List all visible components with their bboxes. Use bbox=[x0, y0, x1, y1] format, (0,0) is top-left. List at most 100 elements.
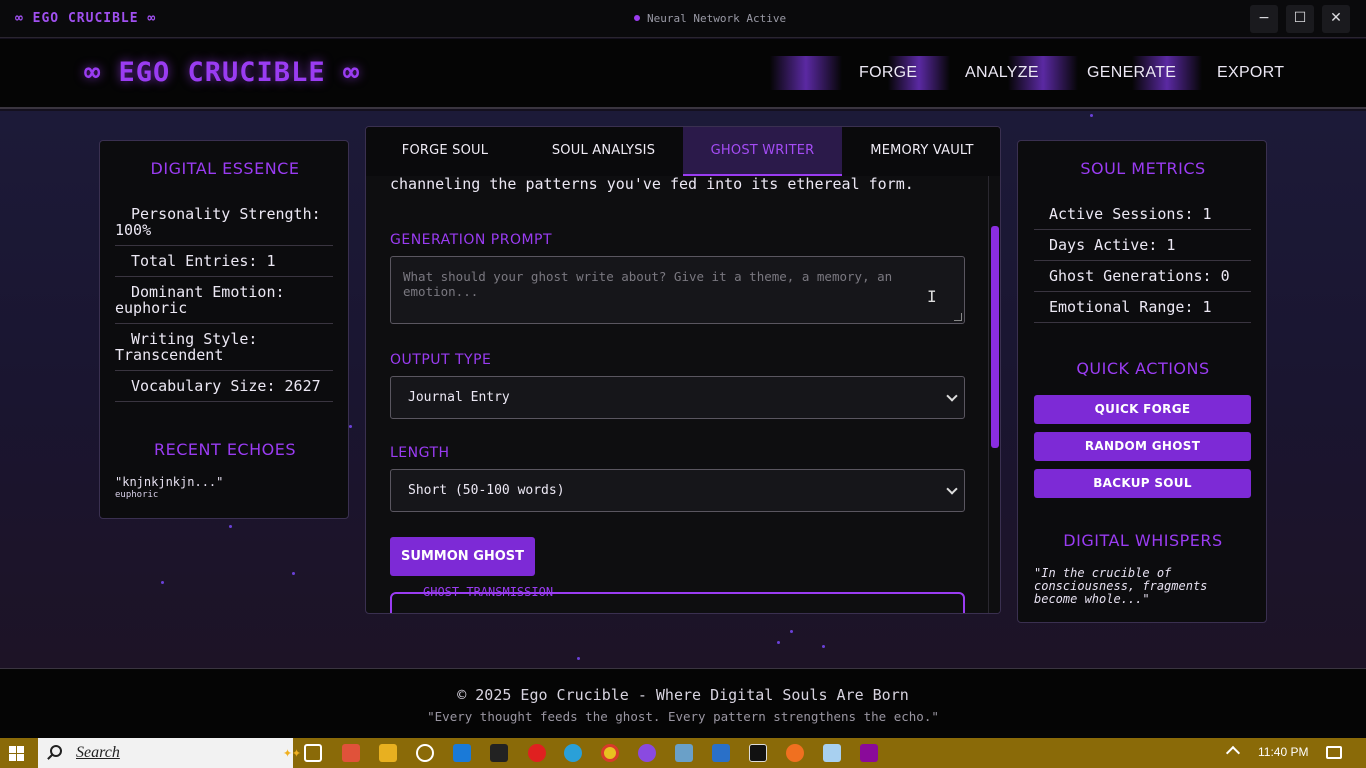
stat-writing-style: Writing Style: Transcendent bbox=[115, 324, 333, 371]
backup-soul-button[interactable]: BACKUP SOUL bbox=[1034, 469, 1251, 498]
status-dot-icon bbox=[634, 15, 640, 21]
taskbar-search-text: Search bbox=[76, 744, 120, 761]
app-magenta-icon[interactable] bbox=[860, 744, 878, 762]
soul-metrics-stats: Active Sessions: 1 Days Active: 1 Ghost … bbox=[1034, 199, 1251, 323]
ghost-writer-content: channeling the patterns you've fed into … bbox=[366, 176, 986, 613]
ghost-writer-intro: channeling the patterns you've fed into … bbox=[390, 176, 914, 193]
echo-entry-text[interactable]: "knjnkjnkjn..." bbox=[115, 475, 223, 489]
app-red-icon[interactable] bbox=[342, 744, 360, 762]
summon-ghost-button[interactable]: SUMMON GHOST bbox=[390, 537, 535, 576]
notepad-icon[interactable] bbox=[823, 744, 841, 762]
app-purple-icon[interactable] bbox=[638, 744, 656, 762]
ghost-transmission-box: GHOST TRANSMISSION bbox=[390, 585, 965, 613]
chatgpt-icon[interactable] bbox=[416, 744, 434, 762]
quick-forge-button[interactable]: QUICK FORGE bbox=[1034, 395, 1251, 424]
windows-start-icon[interactable] bbox=[9, 746, 25, 762]
length-select[interactable]: Short (50-100 words) bbox=[390, 469, 965, 512]
metric-active-sessions: Active Sessions: 1 bbox=[1034, 199, 1251, 230]
maximize-button[interactable]: ☐ bbox=[1286, 5, 1314, 33]
star-decoration bbox=[790, 630, 793, 633]
star-decoration bbox=[1090, 114, 1093, 117]
search-icon bbox=[50, 745, 62, 757]
task-view-icon[interactable] bbox=[304, 744, 322, 762]
nav-generate[interactable]: GENERATE bbox=[1087, 64, 1176, 82]
star-decoration bbox=[822, 645, 825, 648]
app-generic-icon[interactable] bbox=[675, 744, 693, 762]
footer-copyright: © 2025 Ego Crucible - Where Digital Soul… bbox=[457, 686, 909, 704]
digital-essence-title: DIGITAL ESSENCE bbox=[150, 159, 300, 178]
digital-whisper-quote: "In the crucible of consciousness, fragm… bbox=[1034, 566, 1208, 606]
taskbar-search-box[interactable]: Search ✦✦ bbox=[38, 738, 301, 768]
taskbar-clock[interactable]: 11:40 PM bbox=[1258, 745, 1308, 759]
chevron-down-icon bbox=[946, 483, 958, 495]
soul-metrics-panel: SOUL METRICS Active Sessions: 1 Days Act… bbox=[1017, 140, 1267, 623]
network-status-text: Neural Network Active bbox=[647, 12, 787, 25]
stat-vocabulary-size: Vocabulary Size: 2627 bbox=[115, 371, 333, 402]
footer-tagline: "Every thought feeds the ghost. Every pa… bbox=[427, 709, 939, 724]
chevron-down-icon bbox=[946, 390, 958, 402]
main-nav: FORGE ANALYZE GENERATE EXPORT bbox=[770, 56, 1290, 90]
quick-actions-title: QUICK ACTIONS bbox=[1076, 359, 1210, 378]
star-decoration bbox=[577, 657, 580, 660]
app-dark-icon[interactable] bbox=[749, 744, 767, 762]
metric-emotional-range: Emotional Range: 1 bbox=[1034, 292, 1251, 323]
nav-analyze[interactable]: ANALYZE bbox=[965, 64, 1039, 82]
content-scrollbar[interactable] bbox=[988, 176, 1000, 613]
tab-soul-analysis[interactable]: SOUL ANALYSIS bbox=[524, 127, 683, 176]
star-decoration bbox=[349, 425, 352, 428]
star-decoration bbox=[292, 572, 295, 575]
star-decoration bbox=[229, 525, 232, 528]
chrome-icon[interactable] bbox=[601, 744, 619, 762]
app-footer: © 2025 Ego Crucible - Where Digital Soul… bbox=[0, 668, 1366, 738]
metric-days-active: Days Active: 1 bbox=[1034, 230, 1251, 261]
file-explorer-icon[interactable] bbox=[379, 744, 397, 762]
windows-taskbar: Search ✦✦ 11:40 PM bbox=[0, 738, 1366, 768]
tab-bar: FORGE SOUL SOUL ANALYSIS GHOST WRITER ME… bbox=[366, 127, 1000, 176]
echo-entry-emotion: euphoric bbox=[115, 490, 159, 500]
generation-prompt-label: GENERATION PROMPT bbox=[390, 232, 553, 248]
nav-forge[interactable]: FORGE bbox=[859, 64, 917, 82]
output-type-select[interactable]: Journal Entry bbox=[390, 376, 965, 419]
app-logo: ∞ EGO CRUCIBLE ∞ bbox=[84, 57, 361, 88]
ghost-transmission-label: GHOST TRANSMISSION bbox=[423, 585, 554, 599]
title-bar: ∞ EGO CRUCIBLE ∞ Neural Network Active −… bbox=[0, 0, 1366, 38]
stat-total-entries: Total Entries: 1 bbox=[115, 246, 333, 277]
chevron-up-icon[interactable] bbox=[1225, 745, 1241, 761]
essence-stats: Personality Strength: 100% Total Entries… bbox=[115, 199, 333, 402]
soul-metrics-title: SOUL METRICS bbox=[1080, 159, 1206, 178]
opera-icon[interactable] bbox=[528, 744, 546, 762]
tab-ghost-writer[interactable]: GHOST WRITER bbox=[683, 127, 842, 176]
recent-echoes-title: RECENT ECHOES bbox=[153, 440, 296, 459]
stat-personality-strength: Personality Strength: 100% bbox=[115, 199, 333, 246]
resize-handle-icon[interactable] bbox=[954, 313, 962, 321]
minimize-button[interactable]: − bbox=[1250, 5, 1278, 33]
notification-icon[interactable] bbox=[1326, 746, 1342, 759]
nav-glow bbox=[770, 56, 842, 90]
scrollbar-thumb[interactable] bbox=[991, 226, 999, 448]
text-cursor-icon: I bbox=[927, 287, 937, 306]
star-decoration bbox=[777, 641, 780, 644]
window-title: ∞ EGO CRUCIBLE ∞ bbox=[15, 11, 157, 26]
output-type-value: Journal Entry bbox=[408, 390, 510, 405]
network-status: Neural Network Active bbox=[634, 12, 786, 25]
prompt-placeholder: What should your ghost write about? Give… bbox=[403, 269, 893, 299]
tab-memory-vault[interactable]: MEMORY VAULT bbox=[842, 127, 1000, 176]
digital-essence-panel: DIGITAL ESSENCE Personality Strength: 10… bbox=[99, 140, 349, 519]
star-decoration bbox=[161, 581, 164, 584]
app-header: ∞ EGO CRUCIBLE ∞ FORGE ANALYZE GENERATE … bbox=[0, 39, 1366, 109]
stat-dominant-emotion: Dominant Emotion: euphoric bbox=[115, 277, 333, 324]
length-value: Short (50-100 words) bbox=[408, 483, 565, 498]
firefox-icon[interactable] bbox=[786, 744, 804, 762]
random-ghost-button[interactable]: RANDOM GHOST bbox=[1034, 432, 1251, 461]
workspace-panel: FORGE SOUL SOUL ANALYSIS GHOST WRITER ME… bbox=[365, 126, 1001, 614]
ai-app-icon[interactable] bbox=[490, 744, 508, 762]
nav-export[interactable]: EXPORT bbox=[1217, 64, 1284, 82]
edge-icon[interactable] bbox=[564, 744, 582, 762]
length-label: LENGTH bbox=[390, 445, 450, 461]
tab-forge-soul[interactable]: FORGE SOUL bbox=[366, 127, 524, 176]
generation-prompt-input[interactable]: What should your ghost write about? Give… bbox=[390, 256, 965, 324]
app-blue-icon[interactable] bbox=[712, 744, 730, 762]
vscode-icon[interactable] bbox=[453, 744, 471, 762]
close-button[interactable]: ✕ bbox=[1322, 5, 1350, 33]
output-type-label: OUTPUT TYPE bbox=[390, 352, 492, 368]
